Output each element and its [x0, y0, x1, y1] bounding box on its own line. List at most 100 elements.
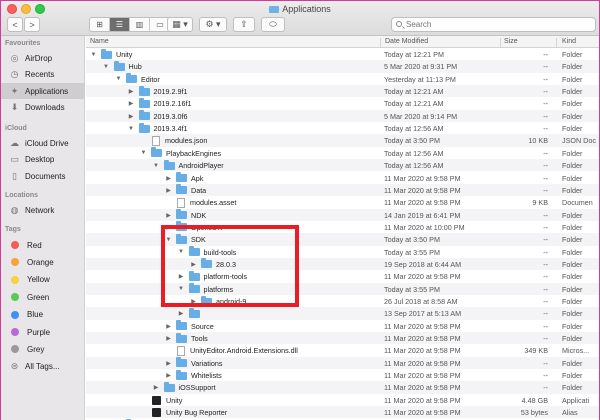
action-button[interactable]: ⚙ ▾ [199, 17, 227, 32]
row-name-cell: ▶ Variations [165, 357, 222, 369]
table-row[interactable]: ▶ Source 11 Mar 2020 at 9:58 PM -- Folder [86, 320, 599, 332]
disclosure-closed-icon[interactable]: ▶ [165, 360, 172, 367]
grid-icon: ▦ ▾ [172, 19, 188, 29]
disclosure-closed-icon[interactable]: ▶ [165, 372, 172, 379]
sidebar-item-label: Purple [27, 327, 51, 337]
list-view-icon[interactable]: ☰ [110, 18, 130, 31]
sidebar-item-airdrop[interactable]: ◎ AirDrop [1, 50, 85, 66]
sidebar-item-orange[interactable]: Orange [1, 254, 85, 270]
disclosure-closed-icon[interactable]: ▶ [165, 187, 172, 194]
table-row[interactable]: ▶ 2019.3.0f6 5 Mar 2020 at 9:14 PM -- Folder [86, 109, 599, 123]
table-row[interactable]: Unity Bug Reporter 11 Mar 2020 at 9:58 PM… [86, 406, 599, 419]
icon-view-icon[interactable]: ⊞ [90, 18, 110, 31]
sidebar-item-recents[interactable]: ◷ Recents [1, 67, 85, 83]
row-name-cell: modules.json [140, 135, 207, 146]
sidebar-item-green[interactable]: Green [1, 289, 85, 305]
disclosure-open-icon[interactable]: ▼ [115, 76, 122, 83]
forward-button[interactable]: > [24, 17, 40, 32]
row-name: PlaybackEngines [166, 148, 222, 158]
sidebar-item-documents[interactable]: ▯ Documents [1, 168, 85, 184]
table-row[interactable]: ▼ Unity Today at 12:21 PM -- Folder [86, 48, 599, 60]
disclosure-closed-icon[interactable]: ▶ [165, 323, 172, 330]
row-name: 2019.2.16f1 [153, 99, 192, 109]
row-date: 11 Mar 2020 at 9:58 PM [384, 198, 461, 208]
disclosure-open-icon[interactable]: ▼ [128, 125, 135, 132]
disclosure-open-icon[interactable]: ▼ [90, 51, 97, 58]
sidebar-item-applications[interactable]: ✦ Applications [1, 83, 85, 99]
search-input[interactable] [406, 19, 591, 30]
group-by-button[interactable]: ▦ ▾ [167, 17, 193, 32]
sidebar-item-network[interactable]: ◍ Network [1, 202, 85, 218]
table-row[interactable]: ▶ Apk 11 Mar 2020 at 9:58 PM -- Folder [86, 172, 599, 184]
row-name-cell: ▶ 2019.3.0f6 [128, 110, 188, 122]
table-row[interactable]: ▼ Hub 5 Mar 2020 at 9:31 PM -- Folder [86, 60, 599, 73]
sidebar-item-grey[interactable]: Grey [1, 341, 85, 357]
row-date: Today at 3:50 PM [384, 136, 440, 146]
row-name-cell: ▶ [178, 307, 204, 319]
table-row[interactable]: modules.json Today at 3:50 PM 10 KB JSON Do… [86, 134, 599, 147]
row-name-cell: ▼ AndroidPlayer [153, 159, 224, 171]
sidebar-item-all-tags[interactable]: ⊜ All Tags... [1, 359, 85, 375]
disclosure-closed-icon[interactable]: ▶ [178, 310, 185, 317]
disclosure-closed-icon[interactable]: ▶ [128, 113, 135, 120]
disclosure-closed-icon[interactable]: ▶ [165, 175, 172, 182]
row-date: Yesterday at 11:13 PM [384, 74, 456, 84]
tags-button[interactable]: ⬭ [261, 17, 285, 32]
table-row[interactable]: ▶ Tools 11 Mar 2020 at 9:58 PM -- Folder [86, 332, 599, 345]
row-size: -- [543, 321, 548, 331]
sidebar-item-red[interactable]: Red [1, 237, 85, 253]
disclosure-open-icon[interactable]: ▼ [140, 150, 147, 157]
row-name: 2019.3.0f6 [153, 111, 188, 121]
column-date-header[interactable]: Date Modified [385, 38, 428, 45]
column-header: Name Date Modified Size Kind [86, 36, 599, 48]
table-row[interactable]: UnityEditor.Android.Extensions.dll 11 Mar… [86, 344, 599, 356]
table-row[interactable]: ▶ iOSSupport 11 Mar 2020 at 9:58 PM -- Folde… [86, 381, 599, 394]
sidebar-item-purple[interactable]: Purple [1, 324, 85, 340]
folder-icon [176, 332, 187, 343]
share-button[interactable]: ⇪ [233, 17, 255, 32]
table-row[interactable]: ▼ 2019.3.4f1 Today at 12:56 AM -- Folder [86, 122, 599, 134]
row-date: 11 Mar 2020 at 9:58 PM [384, 185, 461, 195]
table-row[interactable]: ▶ 13 Sep 2017 at 5:13 AM -- Folder [86, 307, 599, 320]
table-row[interactable]: ▶ 2019.2.9f1 Today at 12:21 AM -- Folder [86, 85, 599, 98]
row-kind: Folder [562, 50, 583, 59]
sidebar-item-yellow[interactable]: Yellow [1, 272, 85, 288]
table-row[interactable]: ▶ NDK 14 Jan 2019 at 6:41 PM -- Folder [86, 208, 599, 221]
column-size-header[interactable]: Size [504, 38, 518, 45]
table-row[interactable]: ▼ Editor Yesterday at 11:13 PM -- Folder [86, 73, 599, 85]
row-size: -- [543, 185, 548, 195]
sidebar-item-label: All Tags... [25, 362, 60, 372]
sidebar-item-downloads[interactable]: ⬇ Downloads [1, 100, 85, 116]
disclosure-open-icon[interactable]: ▼ [103, 63, 110, 70]
row-size: -- [543, 235, 548, 245]
search-field[interactable] [391, 17, 596, 32]
sidebar-item-label: Blue [27, 310, 44, 320]
disclosure-closed-icon[interactable]: ▶ [153, 384, 160, 391]
table-row[interactable]: ▼ PlaybackEngines Today at 12:56 AM -- Folde… [86, 147, 599, 159]
search-icon [396, 21, 402, 27]
row-size: -- [543, 124, 548, 134]
disclosure-closed-icon[interactable]: ▶ [165, 212, 172, 219]
row-size: -- [543, 309, 548, 319]
disclosure-closed-icon[interactable]: ▶ [165, 335, 172, 342]
back-button[interactable]: < [7, 17, 23, 32]
disclosure-closed-icon[interactable]: ▶ [128, 88, 135, 95]
table-row[interactable]: ▶ Whitelists 11 Mar 2020 at 9:58 PM -- Folde… [86, 369, 599, 381]
row-kind: Folder [562, 358, 583, 368]
table-row[interactable]: Unity 11 Mar 2020 at 9:58 PM 4.48 GB Applic… [86, 394, 599, 406]
disclosure-closed-icon[interactable]: ▶ [128, 100, 135, 107]
column-kind-header[interactable]: Kind [562, 38, 576, 45]
table-row[interactable]: ▶ Variations 11 Mar 2020 at 9:58 PM -- Folde… [86, 356, 599, 370]
sidebar-item-desktop[interactable]: ▭ Desktop [1, 152, 85, 168]
table-row[interactable]: ▼ AndroidPlayer Today at 12:56 AM -- Folder [86, 159, 599, 172]
column-name-header[interactable]: Name [90, 38, 109, 45]
table-row[interactable]: ▶ Data 11 Mar 2020 at 9:58 PM -- Folder [86, 183, 599, 197]
disclosure-open-icon[interactable]: ▼ [153, 162, 160, 169]
table-row[interactable]: ▶ 2019.2.16f1 Today at 12:21 AM -- Folder [86, 97, 599, 109]
sidebar-item-icloud-drive[interactable]: ☁ iCloud Drive [1, 135, 85, 151]
sidebar-item-blue[interactable]: Blue [1, 307, 85, 323]
table-row[interactable]: modules.asset 11 Mar 2020 at 9:58 PM 9 KB D… [86, 196, 599, 208]
column-view-icon[interactable]: ▥ [130, 18, 150, 31]
row-kind: Folder [562, 111, 583, 121]
